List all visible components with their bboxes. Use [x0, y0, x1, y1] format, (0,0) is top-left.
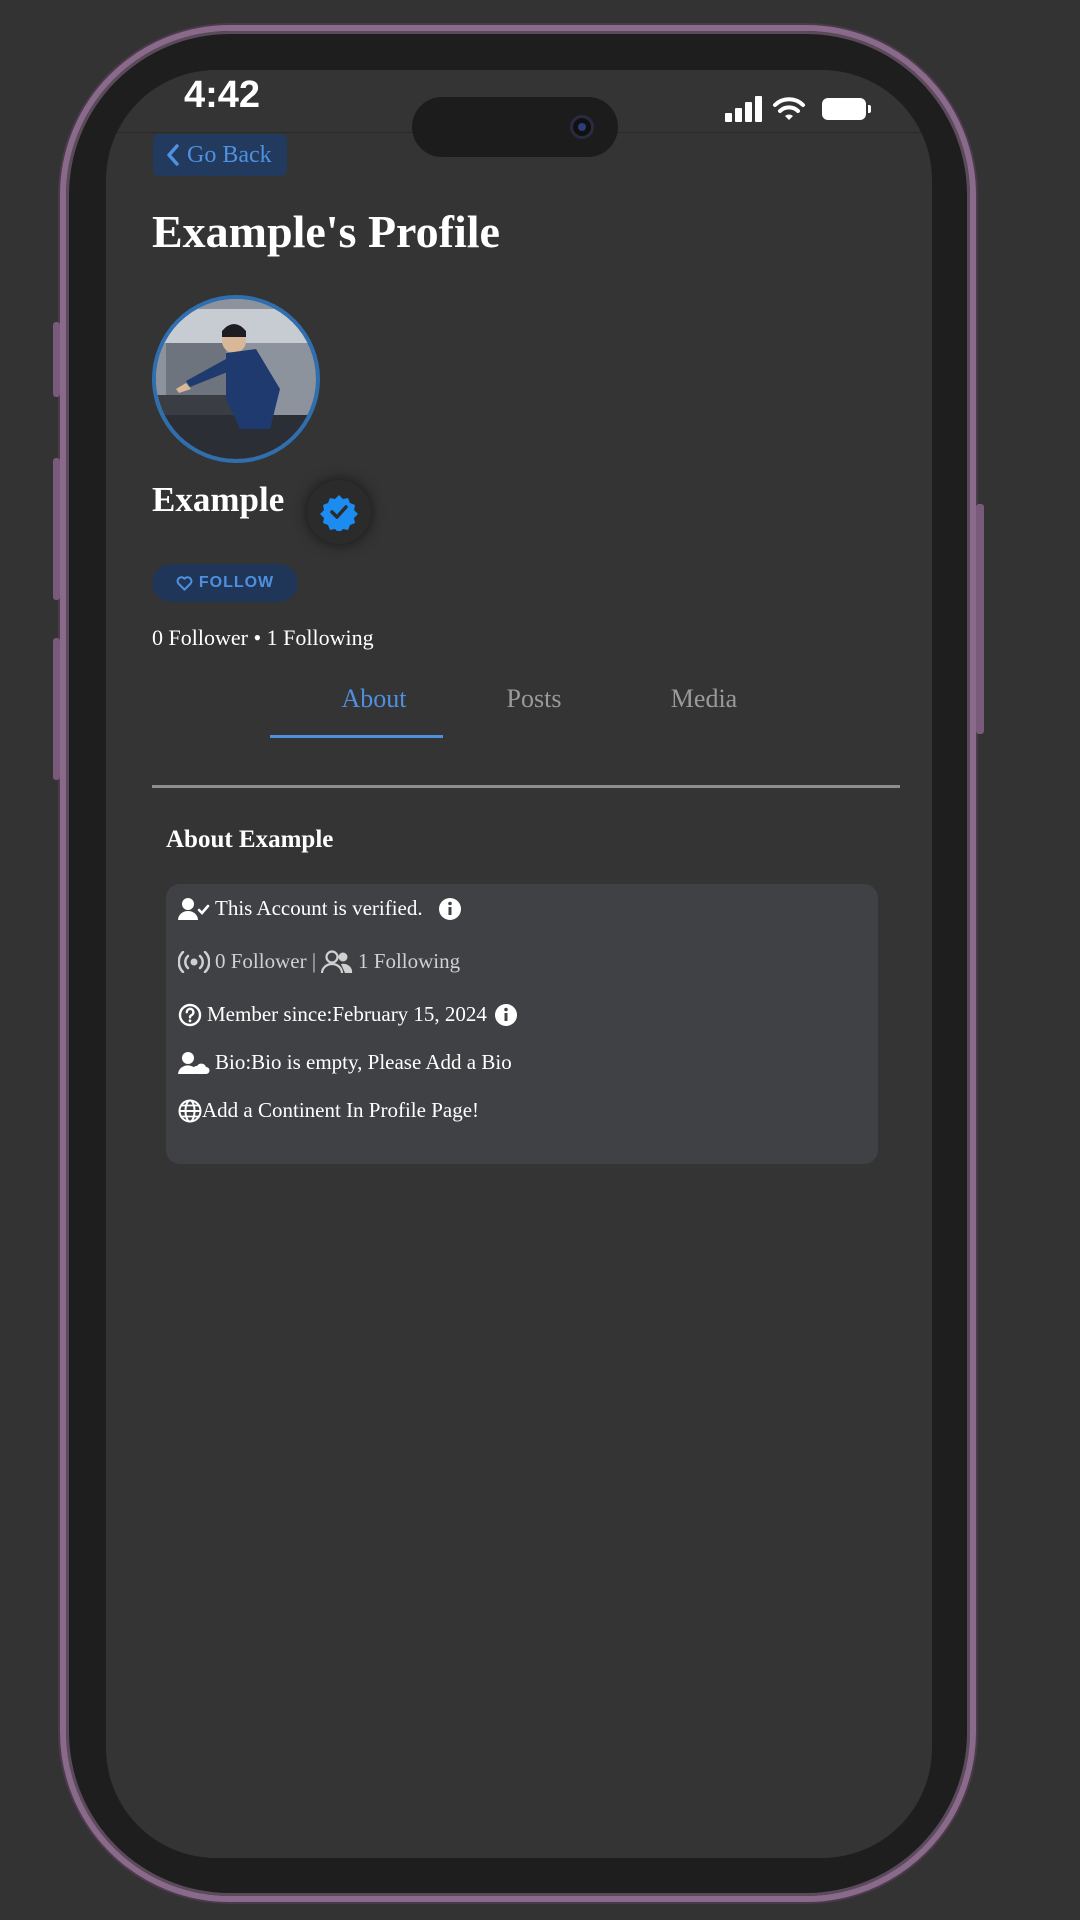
volume-up-button: [53, 458, 60, 600]
verified-row: This Account is verified.: [178, 896, 462, 921]
info-icon[interactable]: [438, 897, 462, 921]
tab-posts[interactable]: Posts: [448, 684, 620, 714]
wifi-icon: [773, 97, 805, 120]
heart-icon: [176, 575, 193, 591]
follow-button[interactable]: FOLLOW: [152, 564, 298, 602]
dynamic-island: [412, 97, 618, 157]
go-back-button[interactable]: Go Back: [153, 134, 287, 176]
user-check-icon: [178, 897, 210, 920]
about-card: This Account is verified. 0 Follower | 1…: [166, 884, 878, 1164]
mute-switch: [53, 322, 60, 397]
member-since-text: Member since:February 15, 2024: [207, 1002, 487, 1026]
avatar-photo: [156, 299, 316, 459]
continent-text: Add a Continent In Profile Page!: [202, 1098, 480, 1122]
front-camera: [570, 115, 594, 139]
status-icons: [725, 92, 871, 122]
profile-tabs: About Posts Media: [152, 684, 900, 746]
screen: 4:42 Go Back Example's Profile Example F…: [106, 70, 932, 1858]
active-tab-indicator: [270, 735, 443, 738]
signal-icon: [725, 96, 762, 122]
globe-icon: [178, 1099, 202, 1122]
page-title: Example's Profile: [152, 206, 500, 257]
follower-count-text: 0 Follower |: [215, 949, 317, 973]
question-circle-icon: [178, 1003, 202, 1026]
users-icon: [321, 949, 353, 973]
verified-badge-icon: [320, 495, 358, 531]
about-heading: About Example: [166, 826, 334, 853]
power-button: [976, 504, 984, 734]
tab-about[interactable]: About: [288, 684, 460, 714]
member-since-row: Member since:February 15, 2024: [178, 1002, 518, 1027]
continent-row: Add a Continent In Profile Page!: [178, 1098, 479, 1123]
volume-down-button: [53, 638, 60, 780]
bio-row: Bio:Bio is empty, Please Add a Bio: [178, 1050, 512, 1075]
tab-media[interactable]: Media: [618, 684, 790, 714]
profile-username: Example: [152, 480, 285, 519]
chevron-left-icon: [167, 144, 179, 166]
follow-label: FOLLOW: [198, 574, 275, 591]
bio-text: Bio:Bio is empty, Please Add a Bio: [215, 1050, 512, 1074]
verified-badge: [307, 480, 371, 544]
status-time: 4:42: [184, 74, 261, 116]
follow-counts: 0 Follower • 1 Following: [152, 625, 374, 650]
go-back-label: Go Back: [187, 141, 272, 168]
tabs-divider: [152, 785, 900, 788]
info-icon[interactable]: [494, 1003, 518, 1027]
follow-stats-row: 0 Follower | 1 Following: [178, 949, 460, 974]
battery-icon: [822, 98, 871, 120]
avatar[interactable]: [152, 295, 320, 463]
following-count-text: 1 Following: [358, 949, 461, 973]
status-bar: 4:42: [106, 70, 932, 157]
verified-text: This Account is verified.: [215, 896, 423, 920]
user-cloud-icon: [178, 1051, 210, 1074]
broadcast-icon: [178, 950, 210, 973]
